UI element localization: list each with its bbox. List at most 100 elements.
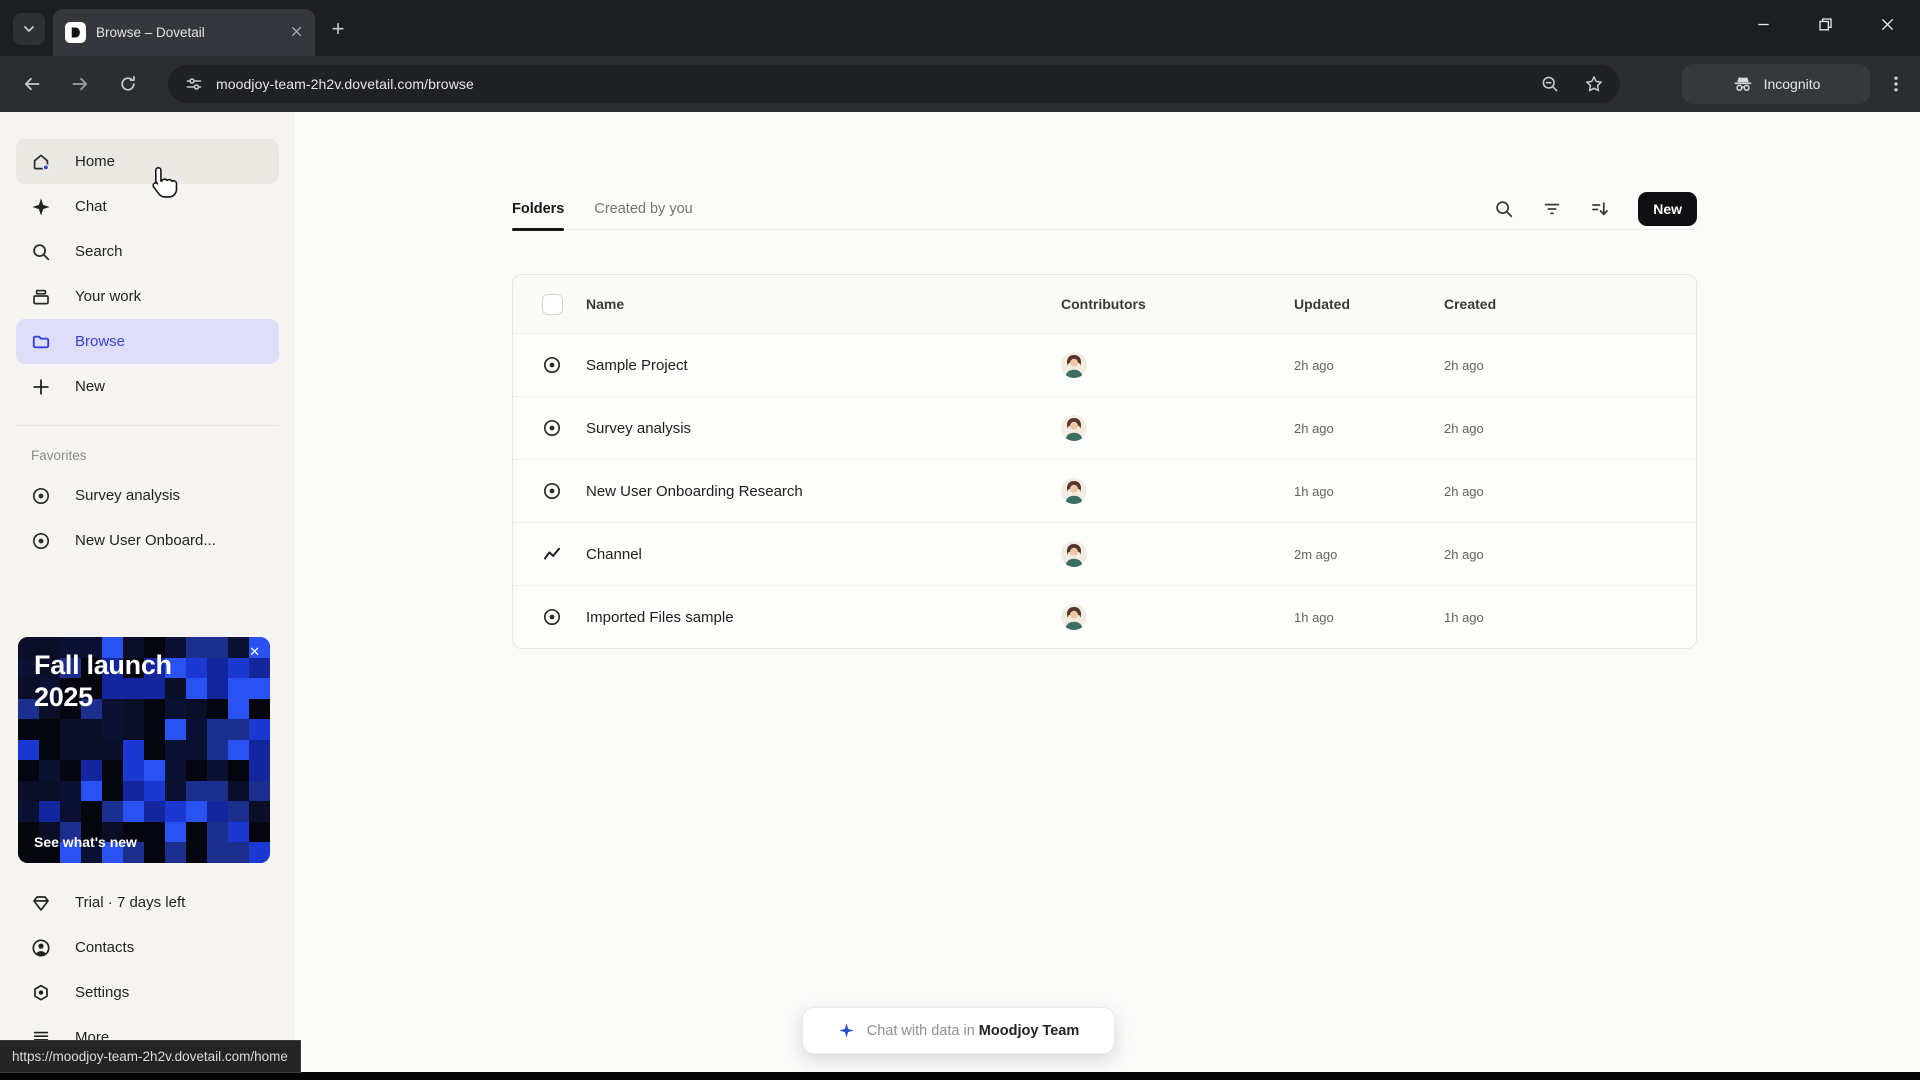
sidebar-divider [16,425,279,426]
sidebar-footer-item-settings[interactable]: Settings [16,970,279,1015]
row-updated: 2h ago [1294,420,1334,436]
sidebar: Home Chat Search Your work Browse New Favorit… [0,112,295,1080]
gem-icon [31,893,51,913]
sparkle-icon [31,197,51,217]
footer-item-label: Trial · 7 days left [75,894,186,911]
tab-strip-chevron-button[interactable] [13,13,45,45]
row-name[interactable]: Survey analysis [586,420,1055,437]
site-settings-icon[interactable] [184,74,204,94]
browser-tab-strip: Browse – Dovetail + [0,0,1920,56]
folder-icon [31,332,51,352]
column-header-updated[interactable]: Updated [1294,296,1444,312]
sidebar-footer-item-contacts[interactable]: Contacts [16,925,279,970]
select-all-checkbox[interactable] [542,293,563,315]
promo-cta-link[interactable]: See what's new [34,834,137,850]
row-created: 2h ago [1444,546,1484,562]
address-bar[interactable]: moodjoy-team-2h2v.dovetail.com/browse [168,65,1620,103]
reload-icon[interactable] [118,74,138,94]
browser-tab[interactable]: Browse – Dovetail [53,9,315,56]
zoom-icon[interactable] [1540,74,1560,94]
project-icon [542,607,562,627]
sidebar-item-label: Browse [75,333,126,350]
footer-item-label: Settings [75,984,130,1001]
search-icon[interactable] [1494,199,1514,219]
sidebar-item-browse[interactable]: Browse [16,319,279,364]
table-row[interactable]: New User Onboarding Research 1h ago 2h ago [513,459,1696,522]
column-header-created[interactable]: Created [1444,296,1696,312]
back-icon[interactable] [22,74,42,94]
plus-icon [31,377,51,397]
table-header: Name Contributors Updated Created [513,275,1696,333]
forward-icon[interactable] [70,74,90,94]
sidebar-item-label: New [75,378,106,395]
row-created: 2h ago [1444,357,1484,373]
table-row[interactable]: Channel 2m ago 2h ago [513,522,1696,585]
incognito-badge: Incognito [1682,64,1870,104]
tab-created-by-you[interactable]: Created by you [594,188,692,229]
window-minimize-button[interactable] [1732,0,1794,48]
row-updated: 2m ago [1294,546,1338,562]
row-name[interactable]: Channel [586,546,1055,563]
row-created: 2h ago [1444,483,1484,499]
browser-menu-icon[interactable] [1886,74,1906,94]
sparkle-icon [838,1022,855,1039]
sidebar-footer-item-trial-7-days-left[interactable]: Trial · 7 days left [16,880,279,925]
chevron-down-icon [19,19,39,39]
new-folder-button[interactable]: New [1638,191,1697,226]
chat-pill-text: Chat with data in Moodjoy Team [866,1022,1080,1039]
contributor-avatar[interactable] [1061,352,1087,378]
favorite-item-new-user-onboard[interactable]: New User Onboard... [16,518,279,563]
fall-launch-promo-card[interactable]: Fall launch 2025 ✕ See what's new [18,637,270,863]
sidebar-item-your-work[interactable]: Your work [16,274,279,319]
promo-close-icon[interactable]: ✕ [249,645,260,658]
row-updated: 2h ago [1294,357,1334,373]
close-icon [290,25,303,38]
sidebar-item-new[interactable]: New [16,364,279,409]
table-row[interactable]: Sample Project 2h ago 2h ago [513,333,1696,396]
folders-table: Name Contributors Updated Created Sample… [512,274,1697,649]
dovetail-favicon [65,22,86,43]
new-tab-button[interactable]: + [324,15,352,43]
work-icon [31,287,51,307]
project-icon [31,486,51,506]
row-created: 1h ago [1444,609,1484,625]
sidebar-item-search[interactable]: Search [16,229,279,274]
incognito-icon [1732,73,1754,95]
sort-icon[interactable] [1590,199,1610,219]
sidebar-item-label: Search [75,243,123,260]
home-icon [31,152,51,172]
row-updated: 1h ago [1294,483,1334,499]
project-icon [31,531,51,551]
table-row[interactable]: Survey analysis 2h ago 2h ago [513,396,1696,459]
window-close-button[interactable] [1856,0,1918,48]
row-name[interactable]: Imported Files sample [586,609,1055,626]
incognito-label: Incognito [1763,76,1821,92]
contributor-avatar[interactable] [1061,604,1087,630]
filter-icon[interactable] [1542,199,1562,219]
project-icon [542,355,562,375]
contributor-avatar[interactable] [1061,541,1087,567]
row-name[interactable]: Sample Project [586,357,1055,374]
chat-with-data-button[interactable]: Chat with data in Moodjoy Team [802,1007,1115,1054]
favorite-item-label: Survey analysis [75,487,181,504]
project-icon [542,481,562,501]
bookmark-star-icon[interactable] [1584,74,1604,94]
column-header-name[interactable]: Name [586,296,1055,312]
close-icon [1878,15,1897,34]
tab-close-button[interactable] [290,25,303,41]
browser-toolbar: moodjoy-team-2h2v.dovetail.com/browse In… [0,56,1920,112]
sidebar-item-label: Chat [75,198,107,215]
url-text[interactable]: moodjoy-team-2h2v.dovetail.com/browse [216,76,474,92]
contributor-avatar[interactable] [1061,415,1087,441]
column-header-contributors[interactable]: Contributors [1055,296,1294,312]
table-row[interactable]: Imported Files sample 1h ago 1h ago [513,585,1696,648]
window-restore-button[interactable] [1794,0,1856,48]
row-name[interactable]: New User Onboarding Research [586,483,1055,500]
hand-cursor [152,166,178,198]
favorite-item-survey-analysis[interactable]: Survey analysis [16,473,279,518]
tab-folders[interactable]: Folders [512,188,565,231]
contributor-avatar[interactable] [1061,478,1087,504]
minimize-icon [1754,15,1773,34]
screen-bottom-edge [0,1072,1920,1080]
contact-icon [31,938,51,958]
